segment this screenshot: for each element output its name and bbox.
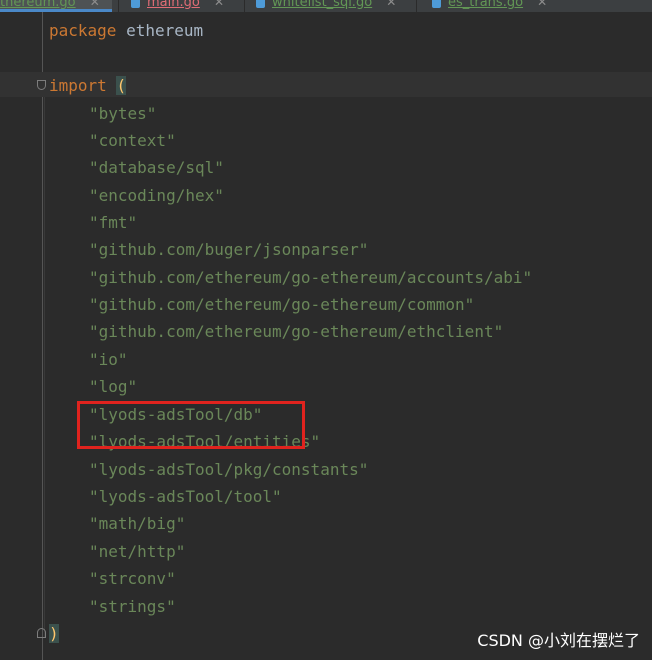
tab-label: ethereum.go (0, 0, 76, 10)
code-line-close-paren: ) (49, 620, 59, 647)
editor-tab-bar: ethereum.go ✕ main.go ✕ whitelist_sql.go… (0, 0, 652, 12)
import-line: "lyods-adsTool/tool" (89, 487, 282, 506)
go-file-icon (131, 0, 140, 8)
tab-divider (416, 0, 417, 12)
import-line: "log" (89, 377, 138, 396)
import-open-paren: ( (116, 76, 127, 95)
code-line-package: package ethereum (49, 17, 203, 44)
code-line-import: import ( (49, 72, 127, 99)
tab-label: es_trans.go (448, 0, 524, 10)
csdn-watermark: CSDN @小刘在摆烂了 (477, 631, 640, 650)
import-line: "github.com/buger/jsonparser" (89, 240, 369, 259)
tab-main-go[interactable]: main.go ✕ (131, 0, 224, 12)
close-icon[interactable]: ✕ (214, 0, 224, 9)
tab-divider (244, 0, 245, 12)
import-line: "github.com/ethereum/go-ethereum/account… (89, 268, 533, 287)
indent-guide (44, 97, 45, 637)
go-file-icon (256, 0, 265, 8)
import-line: "github.com/ethereum/go-ethereum/ethclie… (89, 322, 504, 341)
red-annotation-box (77, 401, 305, 449)
import-line: "lyods-adsTool/pkg/constants" (89, 460, 369, 479)
gutter-divider (42, 12, 43, 660)
import-line: "github.com/ethereum/go-ethereum/common" (89, 295, 475, 314)
code-editor[interactable]: package ethereum import ( "bytes" "conte… (0, 12, 652, 660)
import-line: "strings" (89, 597, 176, 616)
fold-collapse-icon[interactable] (37, 80, 46, 90)
close-icon[interactable]: ✕ (537, 0, 547, 9)
import-line: "math/big" (89, 514, 186, 533)
import-close-paren: ) (49, 624, 59, 643)
import-line: "strconv" (89, 569, 176, 588)
tab-label: main.go (147, 0, 200, 10)
import-keyword: import (49, 76, 107, 95)
import-line: "bytes" (89, 104, 157, 123)
tab-divider (118, 0, 119, 12)
tab-es-trans-go[interactable]: es_trans.go ✕ (432, 0, 547, 12)
tab-label: whitelist_sql.go (272, 0, 373, 10)
fold-expand-icon[interactable] (37, 628, 46, 638)
tab-whitelist-sql-go[interactable]: whitelist_sql.go ✕ (256, 0, 396, 12)
package-name: ethereum (126, 21, 204, 40)
import-line: "net/http" (89, 542, 186, 561)
import-line: "context" (89, 131, 176, 150)
import-line: "database/sql" (89, 158, 224, 177)
import-line: "fmt" (89, 213, 138, 232)
tab-ethereum-go[interactable]: ethereum.go ✕ (0, 0, 112, 12)
import-line: "encoding/hex" (89, 186, 224, 205)
go-file-icon (432, 0, 441, 8)
import-line: "io" (89, 350, 128, 369)
close-icon[interactable]: ✕ (386, 0, 396, 9)
close-icon[interactable]: ✕ (90, 0, 100, 9)
package-keyword: package (49, 21, 117, 40)
